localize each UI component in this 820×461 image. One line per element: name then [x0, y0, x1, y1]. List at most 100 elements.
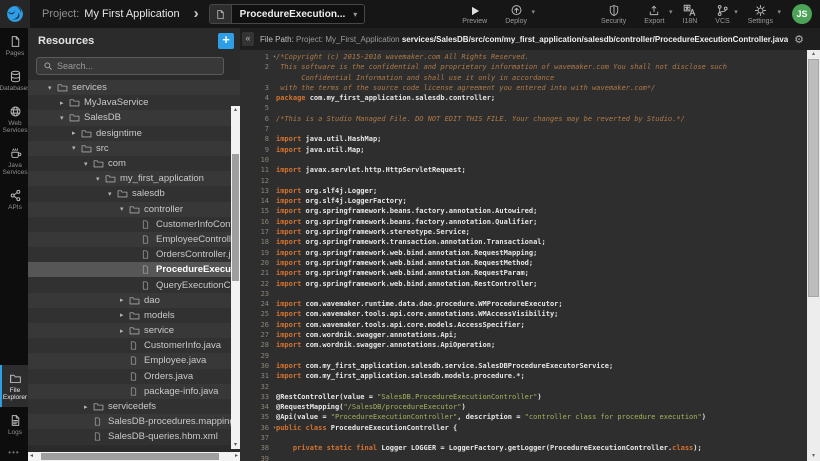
- tree-item-servicedefs[interactable]: ▸servicedefs: [28, 399, 240, 414]
- project-name[interactable]: My First Application: [84, 8, 179, 20]
- line-number[interactable]: 25: [240, 309, 276, 319]
- tree-vertical-scrollbar[interactable]: ▴ ▾: [231, 106, 240, 449]
- line-number[interactable]: 34: [240, 402, 276, 412]
- line-number[interactable]: 36▾: [240, 423, 276, 433]
- add-resource-button[interactable]: +: [218, 33, 234, 49]
- scroll-up-icon[interactable]: ▴: [231, 106, 240, 114]
- i18n-button[interactable]: I18N: [683, 4, 698, 25]
- line-number[interactable]: 30: [240, 361, 276, 371]
- line-number[interactable]: 29: [240, 351, 276, 361]
- line-number[interactable]: 39: [240, 454, 276, 461]
- line-number[interactable]: 37: [240, 433, 276, 443]
- line-number[interactable]: 24: [240, 299, 276, 309]
- line-number[interactable]: 28: [240, 340, 276, 350]
- sidebar-item-pages[interactable]: Pages: [0, 28, 28, 63]
- chevron-right-icon[interactable]: ▸: [84, 403, 93, 411]
- line-number[interactable]: 11: [240, 165, 276, 175]
- line-number[interactable]: 19: [240, 248, 276, 258]
- line-number[interactable]: 31: [240, 371, 276, 381]
- line-number[interactable]: 27: [240, 330, 276, 340]
- chevron-down-icon[interactable]: ▾: [96, 175, 105, 183]
- line-number[interactable]: 5: [240, 103, 276, 113]
- tree-item-procedureexecutioncontroller-java[interactable]: ProcedureExecutionController.java: [28, 262, 240, 277]
- scroll-up-icon[interactable]: ▴: [807, 50, 820, 59]
- line-number[interactable]: 14: [240, 196, 276, 206]
- sidebar-item-logs[interactable]: Logs: [0, 407, 28, 442]
- line-number[interactable]: 10: [240, 155, 276, 165]
- wavemaker-logo[interactable]: [0, 0, 30, 28]
- line-number[interactable]: 16: [240, 217, 276, 227]
- line-number[interactable]: 18: [240, 237, 276, 247]
- chevron-right-icon[interactable]: ▸: [72, 129, 81, 137]
- sidebar-item-web-services[interactable]: Web Services: [0, 98, 28, 140]
- line-number[interactable]: 38: [240, 443, 276, 453]
- chevron-right-icon[interactable]: ▸: [120, 327, 129, 335]
- security-button[interactable]: Security: [601, 4, 626, 25]
- chevron-down-icon[interactable]: ▾: [48, 84, 57, 92]
- chevron-down-icon[interactable]: ▾: [108, 190, 117, 198]
- tree-item-package-info-java[interactable]: package-info.java: [28, 384, 240, 399]
- sidebar-item-databases[interactable]: Databases: [0, 63, 28, 98]
- line-number[interactable]: 13: [240, 186, 276, 196]
- preview-button[interactable]: Preview: [462, 4, 487, 25]
- line-number[interactable]: 3: [240, 83, 276, 93]
- tree-item-salesdb-procedures-mappings-json[interactable]: SalesDB-procedures.mappings.json: [28, 414, 240, 429]
- hscroll-thumb[interactable]: [41, 453, 219, 460]
- tree-item-salesdb[interactable]: ▾salesdb: [28, 186, 240, 201]
- editor-vscroll-thumb[interactable]: [808, 59, 819, 297]
- tree-item-services[interactable]: ▾services: [28, 80, 240, 95]
- line-number[interactable]: 2: [240, 62, 276, 83]
- fold-toggle-icon[interactable]: ▾: [273, 52, 276, 62]
- line-number[interactable]: 26: [240, 320, 276, 330]
- sidebar-overflow-button[interactable]: •••: [0, 442, 28, 461]
- tree-item-customerinfocontroller-java[interactable]: CustomerInfoController.java: [28, 217, 240, 232]
- line-number[interactable]: 6: [240, 114, 276, 124]
- line-number[interactable]: 1▾: [240, 52, 276, 62]
- deploy-button[interactable]: Deploy ▾: [505, 4, 527, 25]
- tree-item-models[interactable]: ▸models: [28, 308, 240, 323]
- scroll-down-icon[interactable]: ▾: [807, 452, 820, 461]
- line-number[interactable]: 23: [240, 289, 276, 299]
- line-number[interactable]: 33: [240, 392, 276, 402]
- chevron-down-icon[interactable]: ▾: [72, 144, 81, 152]
- vscroll-thumb[interactable]: [232, 154, 239, 281]
- line-number[interactable]: 20: [240, 258, 276, 268]
- line-number[interactable]: 21: [240, 268, 276, 278]
- sidebar-item-java-services[interactable]: Java Services: [0, 140, 28, 182]
- vcs-button[interactable]: VCS ▾: [715, 4, 729, 25]
- sidebar-item-apis[interactable]: APIs: [0, 182, 28, 217]
- search-input[interactable]: [57, 61, 217, 71]
- tree-item-controller[interactable]: ▾controller: [28, 202, 240, 217]
- tree-item-designtime[interactable]: ▸designtime: [28, 126, 240, 141]
- scroll-left-icon[interactable]: ◂: [30, 452, 33, 461]
- line-number[interactable]: 22: [240, 279, 276, 289]
- tree-horizontal-scrollbar[interactable]: ◂ ▸: [28, 452, 240, 461]
- tree-item-queryexecutioncontroller-java[interactable]: QueryExecutionController.java: [28, 277, 240, 292]
- line-number[interactable]: 12: [240, 176, 276, 186]
- tree-item-orderscontroller-java[interactable]: OrdersController.java: [28, 247, 240, 262]
- tree-item-customerinfo-java[interactable]: CustomerInfo.java: [28, 338, 240, 353]
- chevron-right-icon[interactable]: ▸: [120, 296, 129, 304]
- fold-toggle-icon[interactable]: ▾: [273, 423, 276, 433]
- line-number[interactable]: 15: [240, 206, 276, 216]
- chevron-down-icon[interactable]: ▾: [84, 160, 93, 168]
- chevron-right-icon[interactable]: ▸: [120, 311, 129, 319]
- line-number[interactable]: 9: [240, 145, 276, 155]
- line-number[interactable]: 35: [240, 412, 276, 422]
- settings-button[interactable]: Settings ▾: [748, 4, 773, 25]
- chevron-right-icon[interactable]: ▸: [60, 99, 69, 107]
- search-box[interactable]: [36, 57, 224, 75]
- tree-item-my-first-application[interactable]: ▾my_first_application: [28, 171, 240, 186]
- chevron-down-icon[interactable]: ▾: [120, 205, 129, 213]
- tree-item-src[interactable]: ▾src: [28, 141, 240, 156]
- editor-settings-gear-icon[interactable]: ⚙: [794, 33, 814, 46]
- user-avatar[interactable]: JS: [792, 4, 812, 24]
- tree-item-salesdb-queries-hbm-xml[interactable]: SalesDB-queries.hbm.xml: [28, 429, 240, 444]
- sidebar-item-file-explorer[interactable]: File Explorer: [0, 365, 28, 407]
- collapse-panel-button[interactable]: «: [242, 32, 254, 46]
- line-number[interactable]: 32: [240, 382, 276, 392]
- scroll-right-icon[interactable]: ▸: [235, 452, 238, 461]
- tree-item-com[interactable]: ▾com: [28, 156, 240, 171]
- line-number[interactable]: 17: [240, 227, 276, 237]
- open-file-dropdown[interactable]: ProcedureExecution... ▾: [209, 4, 366, 24]
